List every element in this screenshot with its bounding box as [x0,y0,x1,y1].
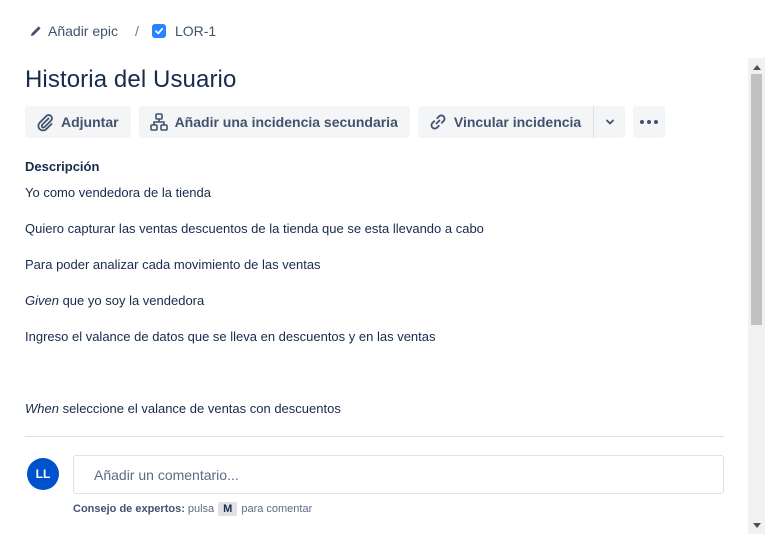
when-text: seleccione el valance de ventas con desc… [58,401,341,416]
add-child-issue-button[interactable]: Añadir una incidencia secundaria [138,106,410,138]
avatar: LL [27,458,59,490]
tip-pre: pulsa [187,503,215,515]
more-icon [640,120,659,124]
description-line: When seleccione el valance de ventas con… [25,401,341,416]
when-keyword: When [25,401,59,416]
breadcrumb-separator: / [135,23,139,39]
more-actions-button[interactable] [633,106,666,138]
comment-tip: Consejo de expertos: pulsa M para coment… [73,502,312,516]
scroll-up-arrow[interactable] [748,60,765,74]
link-issue-dropdown-button[interactable] [593,106,626,138]
tip-post: para comentar [241,503,313,515]
pencil-icon [31,26,41,36]
divider [25,436,724,437]
breadcrumb: Añadir epic / LOR-1 [30,21,216,41]
link-issue-split-button: Vincular incidencia [417,106,626,138]
arrow-down-icon [752,522,761,528]
link-issue-label: Vincular incidencia [453,114,582,130]
scroll-down-arrow[interactable] [748,518,765,532]
hierarchy-icon [149,113,168,131]
comment-input[interactable]: Añadir un comentario... [73,455,724,494]
checkbox-icon [151,24,166,38]
chevron-down-icon [605,119,614,125]
issue-key-link[interactable]: LOR-1 [151,23,217,39]
attach-button[interactable]: Adjuntar [25,106,131,138]
add-epic-label: Añadir epic [48,23,119,39]
page-title[interactable]: Historia del Usuario [25,66,236,94]
description-line: Yo como vendedora de la tienda [25,185,211,200]
description-line: Quiero capturar las ventas descuentos de… [25,221,484,236]
add-child-issue-label: Añadir una incidencia secundaria [174,114,398,130]
issue-key-label: LOR-1 [174,23,217,39]
given-text: que yo soy la vendedora [58,293,205,308]
attach-label: Adjuntar [61,114,119,130]
scrollbar-thumb[interactable] [751,74,762,325]
issue-toolbar: Adjuntar Añadir una incidencia secundari… [25,106,666,138]
keyboard-shortcut-key: M [218,502,238,516]
scrollbar[interactable] [748,58,765,534]
add-epic-link[interactable]: Añadir epic [30,23,118,39]
description-line: Ingreso el valance de datos que se lleva… [25,329,436,344]
description-line: Para poder analizar cada movimiento de l… [25,257,321,272]
arrow-up-icon [752,64,761,70]
paperclip-icon [37,114,53,132]
tip-label: Consejo de expertos: [73,503,185,515]
description-line: Given que yo soy la vendedora [25,293,204,308]
link-issue-button[interactable]: Vincular incidencia [417,106,594,138]
given-keyword: Given [25,293,59,308]
link-icon [430,114,446,130]
description-heading: Descripción [25,159,100,174]
